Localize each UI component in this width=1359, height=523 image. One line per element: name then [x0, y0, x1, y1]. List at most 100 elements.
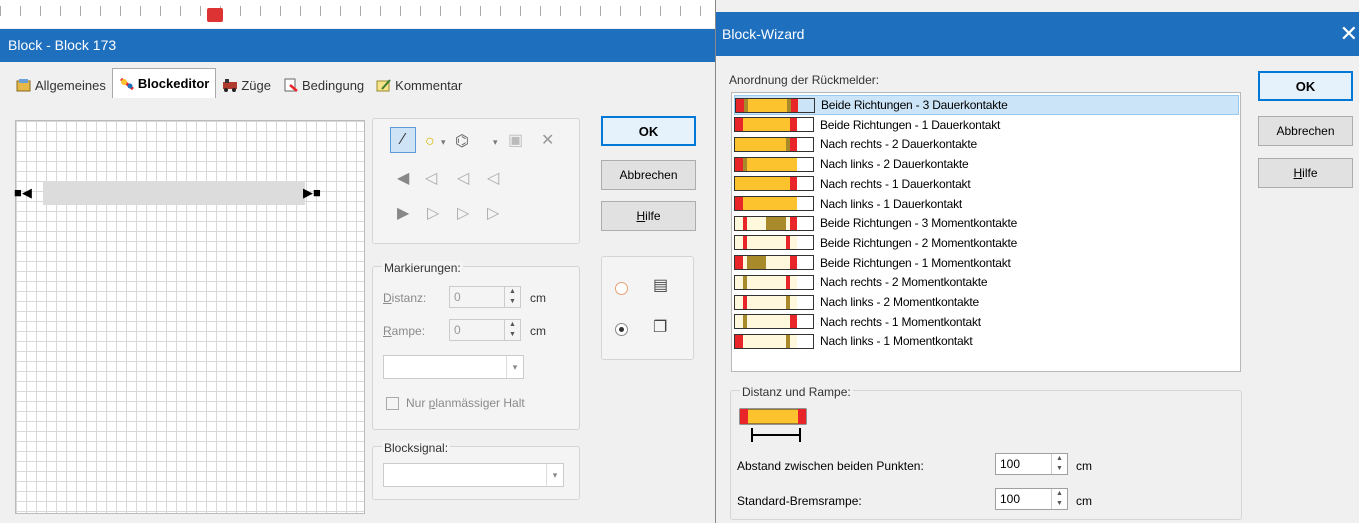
- rueckmelder-list-item[interactable]: Nach rechts - 1 Dauerkontakt: [734, 174, 1239, 194]
- rueckmelder-list-item[interactable]: Beide Richtungen - 1 Momentkontakt: [734, 253, 1239, 273]
- block-track[interactable]: [43, 181, 305, 205]
- rueckmelder-list-item[interactable]: Nach rechts - 2 Dauerkontakte: [734, 134, 1239, 154]
- properties-icon: [16, 78, 32, 92]
- tab-label: Kommentar: [395, 77, 463, 93]
- rueckmelder-list-item[interactable]: Nach links - 2 Dauerkontakte: [734, 154, 1239, 174]
- rueckmelder-pattern-icon: [734, 314, 814, 330]
- distanz-label: Distanz:: [383, 291, 426, 305]
- rueckmelder-pattern-icon: [734, 196, 814, 211]
- main-title-bar: Block - Block 173: [0, 29, 715, 62]
- tab-blockeditor[interactable]: Blockeditor: [111, 68, 217, 98]
- arrow-left-outline-icon[interactable]: ◁: [457, 169, 469, 189]
- pattern-segment: [746, 177, 767, 191]
- cancel-label: Abbrechen: [1276, 124, 1335, 138]
- abstand-label: Abstand zwischen beiden Punkten:: [737, 459, 924, 473]
- ok-label: OK: [638, 123, 659, 139]
- spin-button[interactable]: ▲ ▼: [504, 287, 520, 307]
- rueckmelder-list-item[interactable]: Nach rechts - 1 Momentkontakt: [734, 312, 1239, 332]
- markierung-type-select[interactable]: ▾: [383, 355, 524, 379]
- properties-icon[interactable]: ▣: [508, 131, 523, 151]
- tab-bedingung[interactable]: Bedingung: [277, 72, 370, 98]
- arrow-left-icon[interactable]: ◀: [397, 169, 409, 189]
- circle-icon[interactable]: ○: [425, 132, 435, 152]
- rueckmelder-item-label: Beide Richtungen - 3 Dauerkontakte: [821, 98, 1008, 112]
- train-icon: [222, 78, 238, 92]
- pattern-segment: [766, 256, 786, 270]
- rampe-label: Rampe:: [383, 324, 425, 338]
- arrow-left-outline-icon[interactable]: ◁: [425, 169, 437, 189]
- rampe-unit: cm: [530, 324, 546, 338]
- block-editor-canvas[interactable]: [15, 120, 365, 514]
- close-icon[interactable]: ✕: [541, 131, 554, 151]
- shape-tool-icon[interactable]: ⌬: [455, 132, 469, 152]
- distanz-unit: cm: [530, 291, 546, 305]
- chevron-down-icon[interactable]: ▾: [441, 132, 446, 152]
- magic-wand-icon[interactable]: ⁄: [390, 127, 416, 153]
- rueckmelder-item-label: Beide Richtungen - 1 Dauerkontakt: [820, 117, 1001, 132]
- help-label-rest: ilfe: [1302, 166, 1318, 180]
- rueckmelder-list-item[interactable]: Nach links - 1 Momentkontakt: [734, 331, 1239, 351]
- pattern-segment: [735, 137, 743, 151]
- view-mode-list-radio[interactable]: [615, 282, 628, 295]
- rampe-value: 0: [454, 323, 461, 337]
- rampe-label-rest: ampe:: [391, 324, 426, 338]
- wizard-ok-button[interactable]: OK: [1258, 71, 1353, 101]
- blocksignal-select[interactable]: ▾: [383, 463, 564, 487]
- tab-zuege[interactable]: Züge: [216, 72, 277, 98]
- nur-planmaessiger-halt-checkbox[interactable]: [386, 397, 399, 410]
- arrow-right-outline-icon[interactable]: ▷: [487, 204, 499, 224]
- rueckmelder-item-label: Beide Richtungen - 3 Momentkontakte: [820, 216, 1018, 231]
- ok-button[interactable]: OK: [601, 116, 696, 146]
- arrow-right-icon[interactable]: ▶: [397, 204, 409, 224]
- ok-label: OK: [1295, 78, 1316, 94]
- pattern-segment: [766, 275, 786, 289]
- pattern-segment: [766, 315, 786, 329]
- pattern-segment: [735, 295, 743, 309]
- rueckmelder-list[interactable]: Beide Richtungen - 3 Dauerkontakte Beide …: [731, 92, 1241, 372]
- pattern-segment: [735, 216, 743, 230]
- rueckmelder-list-item[interactable]: Beide Richtungen - 3 Dauerkontakte: [734, 95, 1239, 115]
- arrow-right-outline-icon[interactable]: ▷: [457, 204, 469, 224]
- rueckmelder-list-item[interactable]: Beide Richtungen - 1 Dauerkontakt: [734, 115, 1239, 135]
- pattern-segment: [789, 157, 798, 171]
- wizard-help-button[interactable]: Hilfe: [1258, 158, 1353, 188]
- arrow-right-outline-icon[interactable]: ▷: [427, 204, 439, 224]
- tab-label: Bedingung: [301, 77, 365, 93]
- rueckmelder-list-item[interactable]: Beide Richtungen - 3 Momentkontakte: [734, 213, 1239, 233]
- pattern-segment: [735, 275, 743, 289]
- close-icon[interactable]: ✕: [1340, 12, 1358, 56]
- tab-kommentar[interactable]: Kommentar: [370, 72, 468, 98]
- wizard-cancel-button[interactable]: Abbrechen: [1258, 116, 1353, 146]
- view-mode-panel: [601, 256, 694, 360]
- cancel-button[interactable]: Abbrechen: [601, 160, 696, 190]
- pattern-segment: [789, 334, 798, 348]
- comment-icon: [376, 78, 392, 92]
- chevron-down-icon[interactable]: ▾: [493, 132, 498, 152]
- help-button[interactable]: Hilfe: [601, 201, 696, 231]
- abstand-input[interactable]: 100 ▲ ▼: [995, 453, 1068, 475]
- pattern-segment: [735, 118, 743, 132]
- pattern-segment: [747, 98, 768, 112]
- bremsrampe-input[interactable]: 100 ▲ ▼: [995, 488, 1068, 510]
- distanz-input[interactable]: 0 ▲ ▼: [449, 286, 521, 308]
- chevron-down-icon: ▾: [506, 356, 523, 378]
- rueckmelder-list-item[interactable]: Nach links - 2 Momentkontakte: [734, 292, 1239, 312]
- tab-allgemeines[interactable]: Allgemeines: [10, 72, 112, 98]
- rampe-input[interactable]: 0 ▲ ▼: [449, 319, 521, 341]
- spin-button[interactable]: ▲ ▼: [1051, 454, 1067, 474]
- rueckmelder-list-item[interactable]: Beide Richtungen - 2 Momentkontakte: [734, 233, 1239, 253]
- spin-button[interactable]: ▲ ▼: [1051, 489, 1067, 509]
- rueckmelder-item-label: Nach links - 1 Momentkontakt: [820, 334, 973, 349]
- rueckmelder-item-label: Nach links - 2 Momentkontakte: [820, 295, 979, 309]
- rueckmelder-pattern-icon: [734, 176, 814, 192]
- rueckmelder-pattern-icon: [734, 294, 814, 310]
- pattern-segment: [789, 216, 798, 230]
- pattern-segment: [746, 157, 767, 171]
- rueckmelder-list-item[interactable]: Nach links - 1 Dauerkontakt: [734, 194, 1239, 214]
- pattern-segment: [735, 236, 743, 250]
- arrow-left-outline-icon[interactable]: ◁: [487, 169, 499, 189]
- view-mode-stack-radio[interactable]: [615, 323, 628, 336]
- spin-button[interactable]: ▲ ▼: [504, 320, 520, 340]
- rueckmelder-list-item[interactable]: Nach rechts - 2 Momentkontakte: [734, 272, 1239, 292]
- distanz-mnemonic: D: [383, 291, 392, 305]
